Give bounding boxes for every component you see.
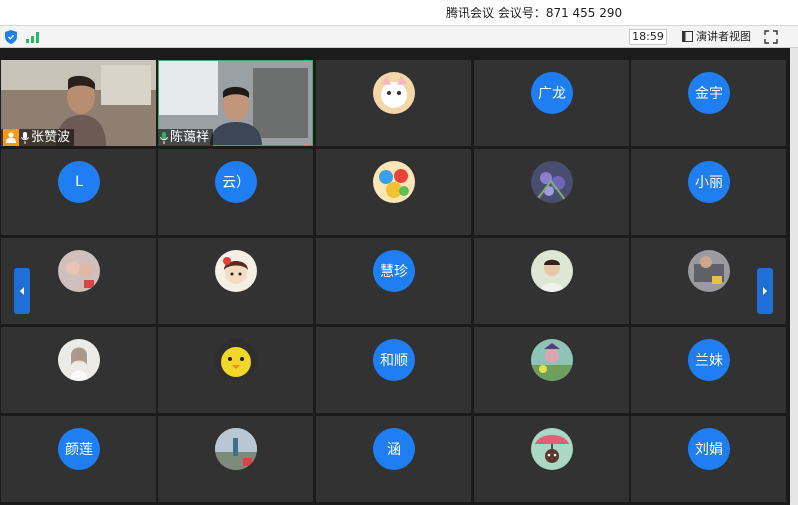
speaker-view-label: 演讲者视图: [696, 30, 751, 43]
participant-tile[interactable]: [474, 327, 629, 413]
doll-avatar: [215, 250, 257, 292]
speaker-view-button[interactable]: 演讲者视图: [682, 29, 751, 45]
meeting-timer: 18:59: [629, 29, 667, 45]
speaker-view-icon: [682, 31, 693, 42]
chevron-left-icon: [20, 287, 24, 295]
title-bar: 腾讯会议 会议号：871 455 290: [0, 0, 798, 26]
chick-avatar: [215, 339, 257, 381]
initials-avatar: 小丽: [688, 161, 730, 203]
participant-tile[interactable]: 小丽: [631, 149, 786, 235]
cartoon-group-avatar: [373, 161, 415, 203]
participant-tile[interactable]: 金宇: [631, 60, 786, 146]
scrollbar[interactable]: [790, 48, 798, 505]
participant-tile[interactable]: [158, 238, 313, 324]
initials-avatar: 兰妹: [688, 339, 730, 381]
cartoon-avatar: [373, 72, 415, 114]
initials-avatar: 涵: [373, 428, 415, 470]
participant-tile[interactable]: 兰妹: [631, 327, 786, 413]
initials-avatar: 颜莲: [58, 428, 100, 470]
initials-avatar: 慧珍: [373, 250, 415, 292]
mic-icon: [21, 131, 29, 144]
participant-tile[interactable]: L: [1, 149, 156, 235]
participant-tile[interactable]: [1, 327, 156, 413]
participant-tile[interactable]: [474, 149, 629, 235]
photo-avatar: [688, 250, 730, 292]
participant-tile[interactable]: 涵: [316, 416, 471, 502]
initials-avatar: 和顺: [373, 339, 415, 381]
participant-name: 张赞波: [31, 130, 71, 145]
landscape-avatar: [215, 428, 257, 470]
initials-avatar: 广龙: [531, 72, 573, 114]
participant-tile-video[interactable]: 张赞波: [1, 60, 156, 146]
participant-tile[interactable]: 云）: [158, 149, 313, 235]
meeting-window: 腾讯会议 会议号：871 455 290 18:59 演讲者视图 张赞波 陈蔼祥…: [0, 0, 798, 505]
participant-tile[interactable]: 广龙: [474, 60, 629, 146]
participant-tile[interactable]: 和顺: [316, 327, 471, 413]
flower-avatar: [531, 161, 573, 203]
photo-avatar: [58, 250, 100, 292]
initials-avatar: 云）: [215, 161, 257, 203]
participant-name: 陈蔼祥: [170, 130, 210, 145]
initials-avatar: 金宇: [688, 72, 730, 114]
participant-tile[interactable]: [158, 327, 313, 413]
shield-icon[interactable]: [5, 30, 17, 44]
initials-avatar: L: [58, 161, 100, 203]
participant-tile[interactable]: [474, 416, 629, 502]
host-badge-icon: [3, 129, 19, 146]
mic-icon: [160, 131, 168, 144]
participant-tile[interactable]: 刘娟: [631, 416, 786, 502]
fullscreen-icon[interactable]: [763, 29, 779, 45]
next-page-button[interactable]: [757, 268, 773, 314]
participant-tile[interactable]: [474, 238, 629, 324]
participant-nameplate: 张赞波: [1, 129, 75, 146]
video-grid: 张赞波 陈蔼祥 广龙 金宇 L 云） 小丽 慧珍 和顺 兰妹 颜莲 涵 刘娟: [0, 48, 790, 505]
participant-tile[interactable]: 慧珍: [316, 238, 471, 324]
portrait-avatar: [58, 339, 100, 381]
top-toolbar: 18:59 演讲者视图: [0, 26, 798, 48]
participant-tile[interactable]: [316, 60, 471, 146]
chevron-right-icon: [763, 287, 767, 295]
initials-avatar: 刘娟: [688, 428, 730, 470]
cartoon-avatar: [531, 339, 573, 381]
participant-tile-video[interactable]: 陈蔼祥: [158, 60, 313, 146]
participant-tile[interactable]: [316, 149, 471, 235]
previous-page-button[interactable]: [14, 268, 30, 314]
participant-nameplate: 陈蔼祥: [158, 129, 214, 146]
participant-tile[interactable]: [158, 416, 313, 502]
signal-icon[interactable]: [26, 31, 40, 43]
participant-tile[interactable]: 颜莲: [1, 416, 156, 502]
window-title: 腾讯会议 会议号：871 455 290: [446, 6, 623, 20]
umbrella-cartoon-avatar: [531, 428, 573, 470]
child-photo-avatar: [531, 250, 573, 292]
